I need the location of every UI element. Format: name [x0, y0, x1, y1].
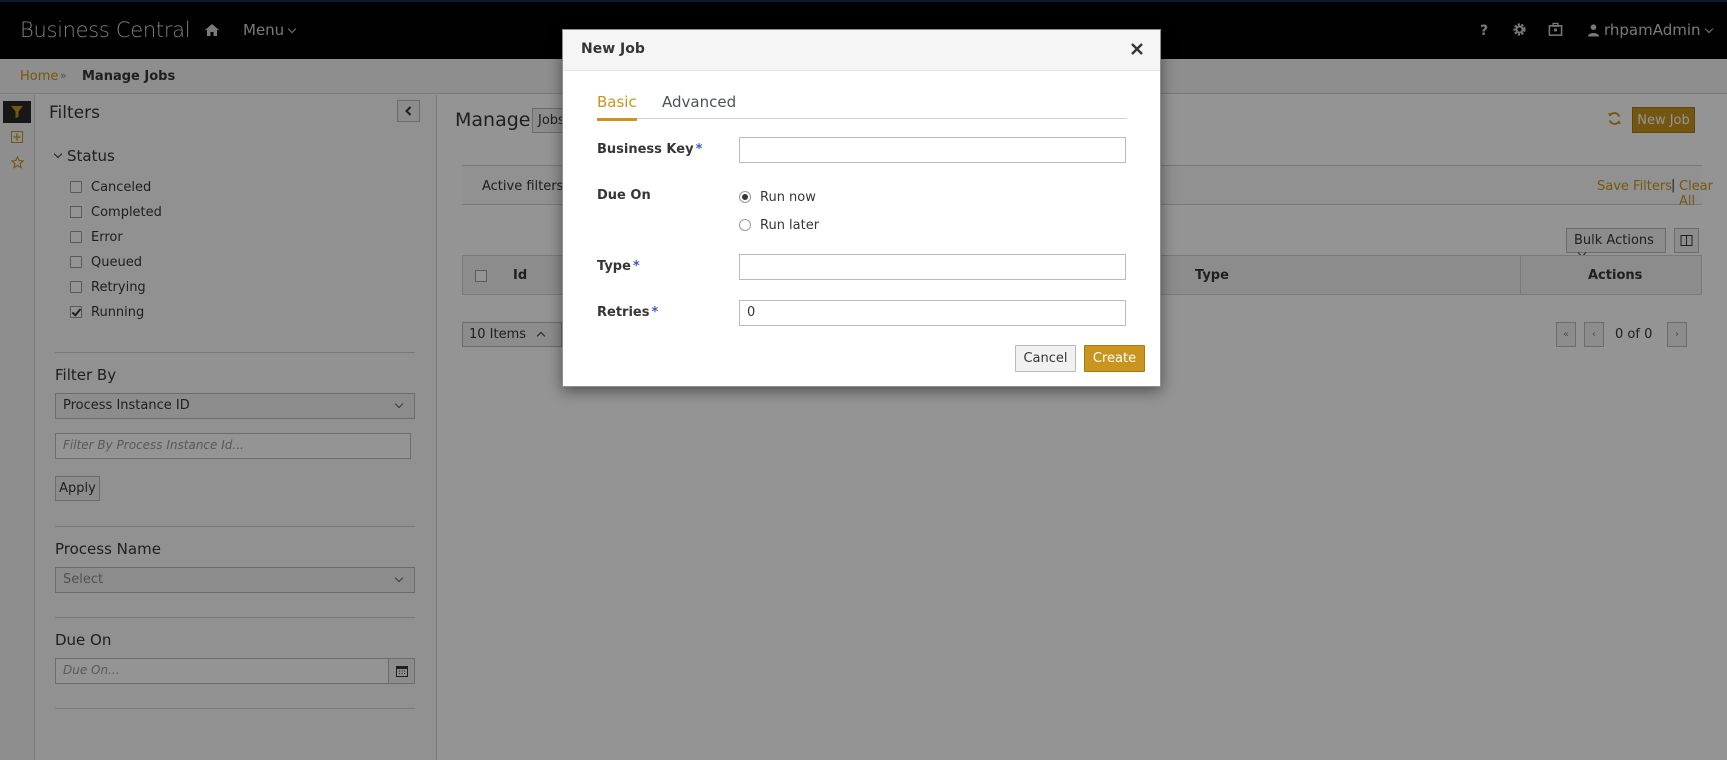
run-now-radio[interactable]: Run now — [739, 189, 816, 205]
run-later-radio[interactable]: Run later — [739, 217, 819, 233]
due-on-label: Due On — [597, 188, 651, 203]
required-mark: * — [695, 142, 703, 157]
cancel-button[interactable]: Cancel — [1015, 345, 1076, 372]
dialog-title: New Job — [581, 41, 645, 57]
required-mark: * — [651, 305, 659, 320]
create-button[interactable]: Create — [1084, 345, 1145, 372]
radio-checked[interactable] — [739, 191, 751, 203]
run-later-label: Run later — [760, 217, 820, 233]
radio[interactable] — [739, 219, 751, 231]
business-key-label: Business Key * — [597, 142, 702, 157]
close-icon[interactable] — [1127, 39, 1147, 59]
dialog-tabs: Basic Advanced — [597, 82, 1127, 121]
label-text: Business Key — [597, 142, 694, 157]
dialog-header: New Job — [563, 30, 1160, 71]
type-input[interactable] — [739, 254, 1126, 280]
retries-label: Retries * — [597, 305, 658, 320]
type-label: Type * — [597, 259, 640, 274]
label-text: Retries — [597, 305, 650, 320]
tab-basic[interactable]: Basic — [597, 93, 637, 121]
run-now-label: Run now — [760, 189, 816, 205]
business-key-input[interactable] — [739, 137, 1126, 163]
label-text: Type — [597, 259, 631, 274]
tab-advanced[interactable]: Advanced — [662, 93, 736, 111]
required-mark: * — [632, 259, 640, 274]
retries-input[interactable]: 0 — [739, 300, 1126, 326]
new-job-dialog: New Job Basic Advanced Business Key * Due… — [562, 29, 1161, 387]
